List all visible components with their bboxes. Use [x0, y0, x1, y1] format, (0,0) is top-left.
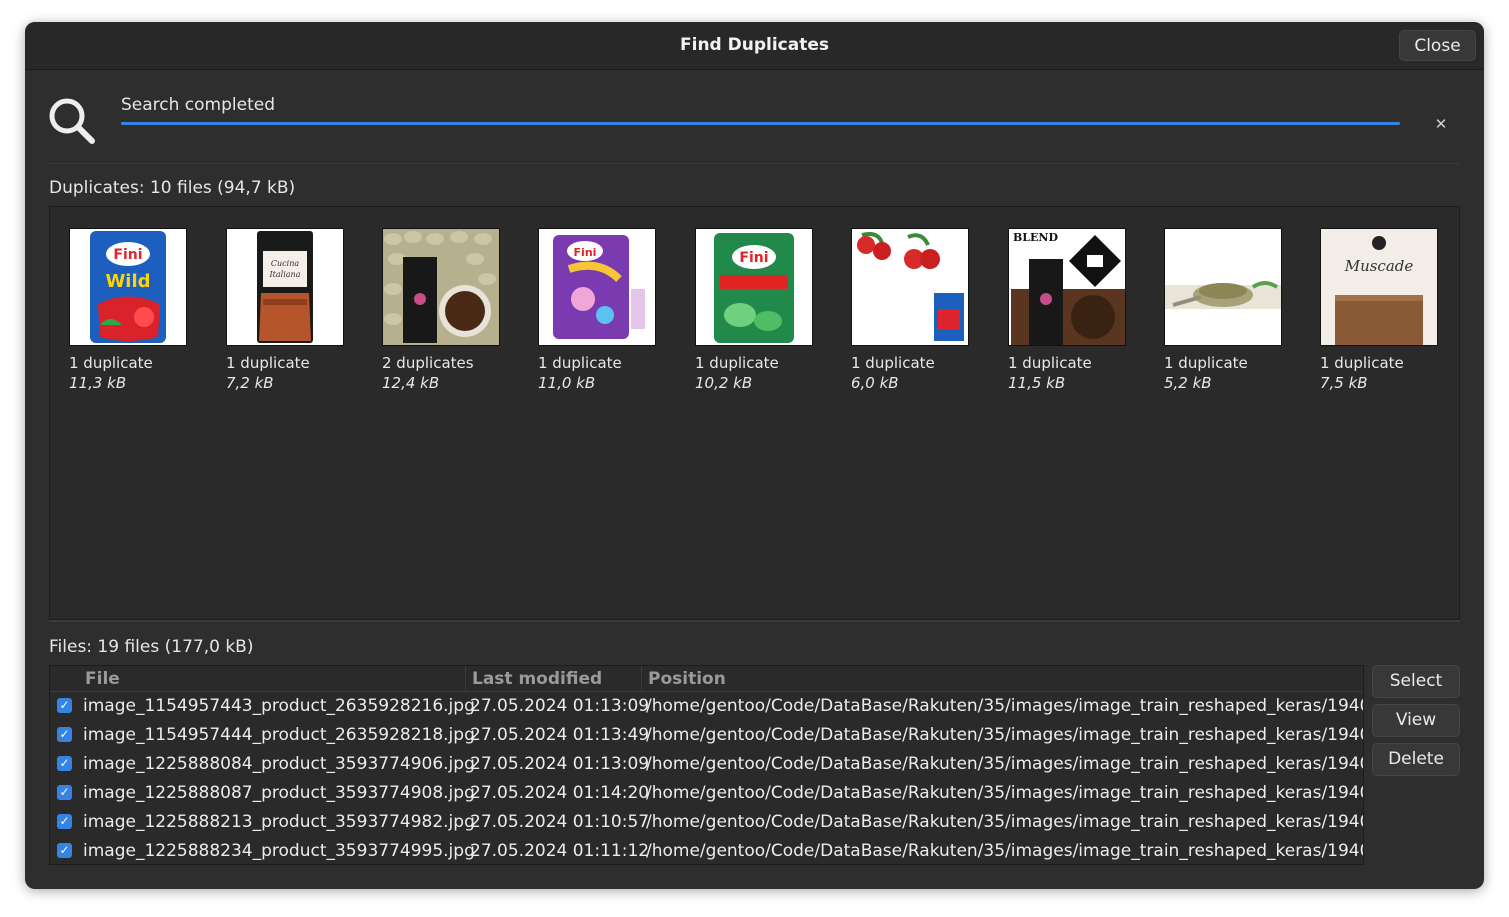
duplicate-item[interactable]: Fini Wild 1 duplicate 11,3 kB	[69, 228, 199, 392]
search-icon	[47, 96, 97, 150]
table-header: File Last modified Position	[50, 666, 1363, 692]
table-row[interactable]: ✓ image_1225888087_product_3593774908.jp…	[50, 779, 1363, 808]
duplicate-size: 11,0 kB	[538, 374, 596, 392]
duplicate-count: 1 duplicate	[69, 354, 153, 372]
duplicate-thumbnail[interactable]: Muscade	[1320, 228, 1438, 346]
pane-divider[interactable]	[49, 620, 1460, 622]
duplicate-item[interactable]: 1 duplicate 6,0 kB	[851, 228, 981, 392]
svg-text:Cucina: Cucina	[271, 259, 299, 268]
position-cell: /home/gentoo/Code/DataBase/Rakuten/35/im…	[646, 754, 1364, 774]
search-progress-bar	[121, 122, 1400, 125]
divider	[49, 163, 1460, 164]
duplicate-size: 5,2 kB	[1164, 374, 1212, 392]
row-checkbox[interactable]: ✓	[57, 756, 72, 771]
duplicate-count: 1 duplicate	[851, 354, 935, 372]
table-row[interactable]: ✓ image_1225888213_product_3593774982.jp…	[50, 808, 1363, 837]
row-checkbox[interactable]: ✓	[57, 843, 72, 858]
duplicate-item[interactable]: 1 duplicate 5,2 kB	[1164, 228, 1294, 392]
duplicate-item[interactable]: Cucina Italiana 1 duplicate 7,2 kB	[226, 228, 356, 392]
files-table: File Last modified Position ✓ image_1154…	[49, 665, 1364, 865]
duplicate-count: 1 duplicate	[226, 354, 310, 372]
duplicate-count: 2 duplicates	[382, 354, 474, 372]
modified-cell: 27.05.2024 01:13:49	[470, 725, 650, 745]
position-cell: /home/gentoo/Code/DataBase/Rakuten/35/im…	[646, 812, 1364, 832]
duplicate-size: 11,3 kB	[69, 374, 127, 392]
row-checkbox[interactable]: ✓	[57, 785, 72, 800]
dialog-title: Find Duplicates	[680, 35, 829, 55]
modified-cell: 27.05.2024 01:13:09	[470, 754, 650, 774]
column-divider	[465, 666, 466, 691]
row-checkbox[interactable]: ✓	[57, 698, 72, 713]
duplicate-count: 1 duplicate	[538, 354, 622, 372]
column-divider	[641, 666, 642, 691]
duplicate-size: 12,4 kB	[382, 374, 440, 392]
header-bar: Find Duplicates Close	[25, 22, 1484, 70]
duplicate-thumbnail[interactable]: Fini	[538, 228, 656, 346]
duplicates-grid: Fini Wild 1 duplicate 11,3 kB Cucina Ita…	[49, 206, 1460, 620]
duplicate-size: 7,2 kB	[226, 374, 274, 392]
position-cell: /home/gentoo/Code/DataBase/Rakuten/35/im…	[646, 696, 1364, 716]
modified-cell: 27.05.2024 01:11:12	[470, 841, 650, 861]
table-row[interactable]: ✓ image_1154957443_product_2635928216.jp…	[50, 692, 1363, 721]
duplicate-item[interactable]: Muscade 1 duplicate 7,5 kB	[1320, 228, 1450, 392]
position-cell: /home/gentoo/Code/DataBase/Rakuten/35/im…	[646, 783, 1364, 803]
file-name-cell: image_1154957444_product_2635928218.jpg	[83, 725, 475, 745]
delete-button[interactable]: Delete	[1372, 743, 1460, 776]
duplicate-thumbnail[interactable]	[1164, 228, 1282, 346]
column-header-last-modified[interactable]: Last modified	[472, 669, 602, 689]
svg-text:Fini: Fini	[739, 250, 768, 266]
duplicate-item[interactable]: Fini 1 duplicate 11,0 kB	[538, 228, 668, 392]
find-duplicates-dialog: Find Duplicates Close Search completed ✕…	[25, 22, 1484, 889]
row-checkbox[interactable]: ✓	[57, 727, 72, 742]
duplicate-thumbnail[interactable]: Fini Wild	[69, 228, 187, 346]
duplicate-count: 1 duplicate	[1008, 354, 1092, 372]
duplicate-count: 1 duplicate	[695, 354, 779, 372]
duplicate-thumbnail[interactable]	[382, 228, 500, 346]
column-header-file[interactable]: File	[85, 669, 120, 689]
duplicate-thumbnail[interactable]: Fini	[695, 228, 813, 346]
file-name-cell: image_1225888234_product_3593774995.jpg	[83, 841, 475, 861]
duplicate-size: 6,0 kB	[851, 374, 899, 392]
table-row[interactable]: ✓ image_1154957444_product_2635928218.jp…	[50, 721, 1363, 750]
duplicate-item[interactable]: BLEND 1 duplicate 11,5 kB	[1008, 228, 1138, 392]
duplicate-thumbnail[interactable]	[851, 228, 969, 346]
row-checkbox[interactable]: ✓	[57, 814, 72, 829]
view-button[interactable]: View	[1372, 704, 1460, 737]
position-cell: /home/gentoo/Code/DataBase/Rakuten/35/im…	[646, 725, 1364, 745]
duplicate-size: 11,5 kB	[1008, 374, 1066, 392]
modified-cell: 27.05.2024 01:14:20	[470, 783, 650, 803]
search-progress-fill	[121, 122, 1400, 125]
file-name-cell: image_1225888087_product_3593774908.jpg	[83, 783, 475, 803]
duplicate-thumbnail[interactable]: BLEND	[1008, 228, 1126, 346]
file-name-cell: image_1225888213_product_3593774982.jpg	[83, 812, 475, 832]
position-cell: /home/gentoo/Code/DataBase/Rakuten/35/im…	[646, 841, 1364, 861]
close-icon[interactable]: ✕	[1429, 112, 1453, 136]
svg-text:Fini: Fini	[574, 246, 597, 259]
modified-cell: 27.05.2024 01:10:57	[470, 812, 650, 832]
files-summary: Files: 19 files (177,0 kB)	[49, 637, 254, 657]
close-button[interactable]: Close	[1399, 30, 1476, 61]
svg-text:BLEND: BLEND	[1013, 231, 1058, 244]
table-row[interactable]: ✓ image_1225888234_product_3593774995.jp…	[50, 837, 1364, 864]
svg-text:Wild: Wild	[105, 271, 150, 292]
duplicate-item[interactable]: Fini 1 duplicate 10,2 kB	[695, 228, 825, 392]
svg-text:Fini: Fini	[113, 247, 142, 263]
duplicate-size: 7,5 kB	[1320, 374, 1368, 392]
file-name-cell: image_1154957443_product_2635928216.jpg	[83, 696, 475, 716]
duplicate-size: 10,2 kB	[695, 374, 753, 392]
duplicates-summary: Duplicates: 10 files (94,7 kB)	[49, 178, 296, 198]
duplicate-count: 1 duplicate	[1320, 354, 1404, 372]
svg-text:Italiana: Italiana	[269, 270, 301, 279]
search-status-area: Search completed ✕	[25, 70, 1484, 163]
table-row[interactable]: ✓ image_1225888084_product_3593774906.jp…	[50, 750, 1363, 779]
modified-cell: 27.05.2024 01:13:09	[470, 696, 650, 716]
duplicate-item[interactable]: 2 duplicates 12,4 kB	[382, 228, 512, 392]
search-status-text: Search completed	[121, 95, 276, 115]
svg-text:Muscade: Muscade	[1344, 257, 1414, 275]
duplicate-count: 1 duplicate	[1164, 354, 1248, 372]
duplicate-thumbnail[interactable]: Cucina Italiana	[226, 228, 344, 346]
file-name-cell: image_1225888084_product_3593774906.jpg	[83, 754, 475, 774]
select-button[interactable]: Select	[1372, 665, 1460, 698]
column-header-position[interactable]: Position	[648, 669, 726, 689]
